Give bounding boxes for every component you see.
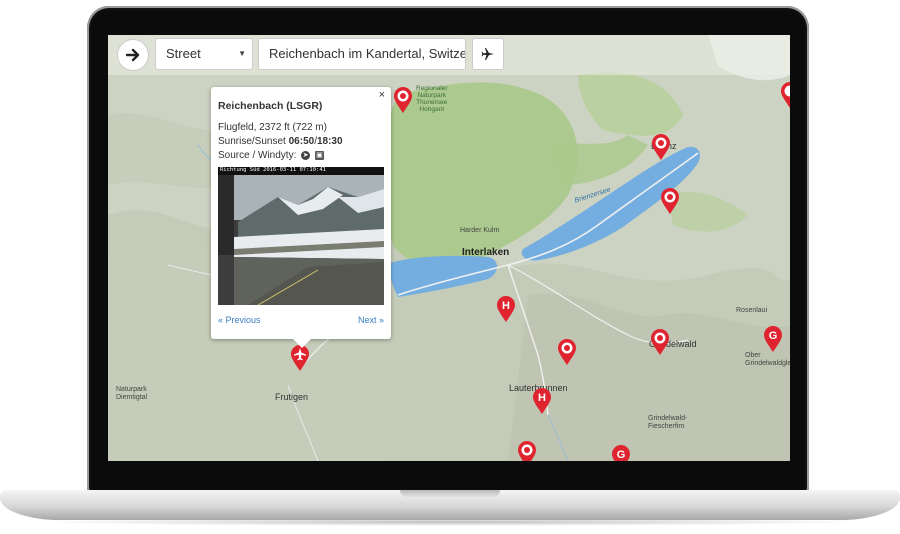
svg-text:G: G <box>769 330 778 342</box>
location-search-input[interactable]: Reichenbach im Kandertal, Switze <box>258 38 466 70</box>
marker-webcam-icon[interactable] <box>649 329 671 356</box>
webcam-source-icon[interactable]: ▣ <box>314 150 324 160</box>
svg-text:G: G <box>617 449 626 461</box>
close-icon[interactable]: × <box>379 89 385 101</box>
marker-webcam-icon[interactable] <box>516 441 538 461</box>
marker-heliport-icon[interactable]: H <box>495 296 517 323</box>
marker-heliport-icon[interactable]: H <box>531 388 553 415</box>
marker-airfield-icon[interactable] <box>289 345 311 372</box>
marker-webcam-icon[interactable] <box>392 87 414 114</box>
marker-webcam-icon[interactable] <box>650 134 672 161</box>
sunset-time: 18:30 <box>316 136 343 147</box>
marker-glider-icon[interactable]: G <box>610 445 632 461</box>
next-link[interactable]: Next » <box>358 315 384 325</box>
label-park-diemtigtal: Naturpark Diemtigtal <box>116 386 148 401</box>
airport-button[interactable] <box>472 38 504 70</box>
webcam-scene <box>218 167 384 305</box>
label-interlaken: Interlaken <box>462 247 510 258</box>
sunrise-time: 06:50 <box>288 136 315 147</box>
label-harder-kulm: Harder Kulm <box>460 227 500 234</box>
layer-select[interactable]: Street ▼ <box>155 38 253 70</box>
map-toolbar: Street ▼ Reichenbach im Kandertal, Switz… <box>108 35 790 75</box>
webcam-image[interactable]: Richtung Süd 2016-03-11 07:10:41 <box>218 167 384 305</box>
popup-info: Flugfeld, 2372 ft (722 m) <box>218 122 327 133</box>
label-rosenlaui: Rosenlaui <box>736 307 768 314</box>
webcam-timestamp: Richtung Süd 2016-03-11 07:10:41 <box>220 167 326 173</box>
laptop-notch <box>400 490 500 497</box>
label-frutigen: Frutigen <box>275 392 309 402</box>
marker-webcam-icon[interactable] <box>779 82 790 109</box>
popup-title: Reichenbach (LSGR) <box>218 100 323 112</box>
marker-glider-icon[interactable]: G <box>762 326 784 353</box>
popup-source: Source / Windyty: ➤ ▣ <box>218 150 324 161</box>
marker-webcam-icon[interactable] <box>556 339 578 366</box>
marker-webcam-icon[interactable] <box>659 188 681 215</box>
forward-button[interactable] <box>117 39 149 71</box>
compass-icon[interactable]: ➤ <box>301 150 311 160</box>
plane-icon <box>481 48 494 60</box>
map-screen[interactable]: Interlaken Frutigen Lauterbrunnen Grinde… <box>108 35 790 461</box>
label-fiescherfirn: Grindelwald- Fiescherfirn <box>648 415 688 430</box>
airfield-popup: × Reichenbach (LSGR) Flugfeld, 2372 ft (… <box>211 87 391 348</box>
svg-text:H: H <box>502 300 510 312</box>
caret-down-icon: ▼ <box>238 49 246 58</box>
label-park-thunersee: Regionaler Naturpark Thunersee Hohgant <box>416 85 448 113</box>
label-gletscher: Ober Grindelwaldgletscher <box>745 352 790 367</box>
arrow-right-icon <box>125 48 140 62</box>
previous-link[interactable]: « Previous <box>218 315 261 325</box>
popup-sun-times: Sunrise/Sunset 06:50/18:30 <box>218 136 343 147</box>
layer-select-value: Street <box>166 46 201 61</box>
svg-text:H: H <box>538 392 546 404</box>
